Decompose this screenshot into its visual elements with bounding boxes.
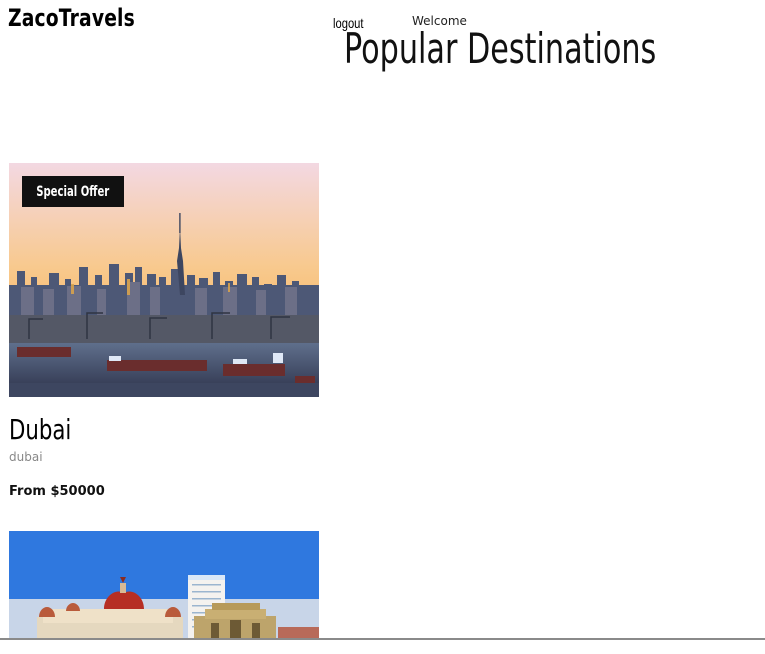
page-bottom-area — [0, 640, 765, 654]
destination-card-mumbai[interactable] — [9, 531, 319, 638]
destination-image-mumbai[interactable] — [9, 531, 319, 638]
destination-card-dubai[interactable]: Special Offer Dubai dubai From $50000 — [9, 163, 319, 499]
destination-image-dubai[interactable]: Special Offer — [9, 163, 319, 397]
destination-subtitle: dubai — [9, 450, 43, 464]
page-title: Popular Destinations — [344, 24, 657, 73]
brand-logo[interactable]: ZacoTravels — [8, 4, 135, 32]
special-offer-label: Special Offer — [36, 183, 110, 200]
destination-price: From $50000 — [9, 484, 105, 499]
special-offer-badge[interactable]: Special Offer — [22, 176, 124, 207]
destination-title[interactable]: Dubai — [9, 413, 71, 446]
